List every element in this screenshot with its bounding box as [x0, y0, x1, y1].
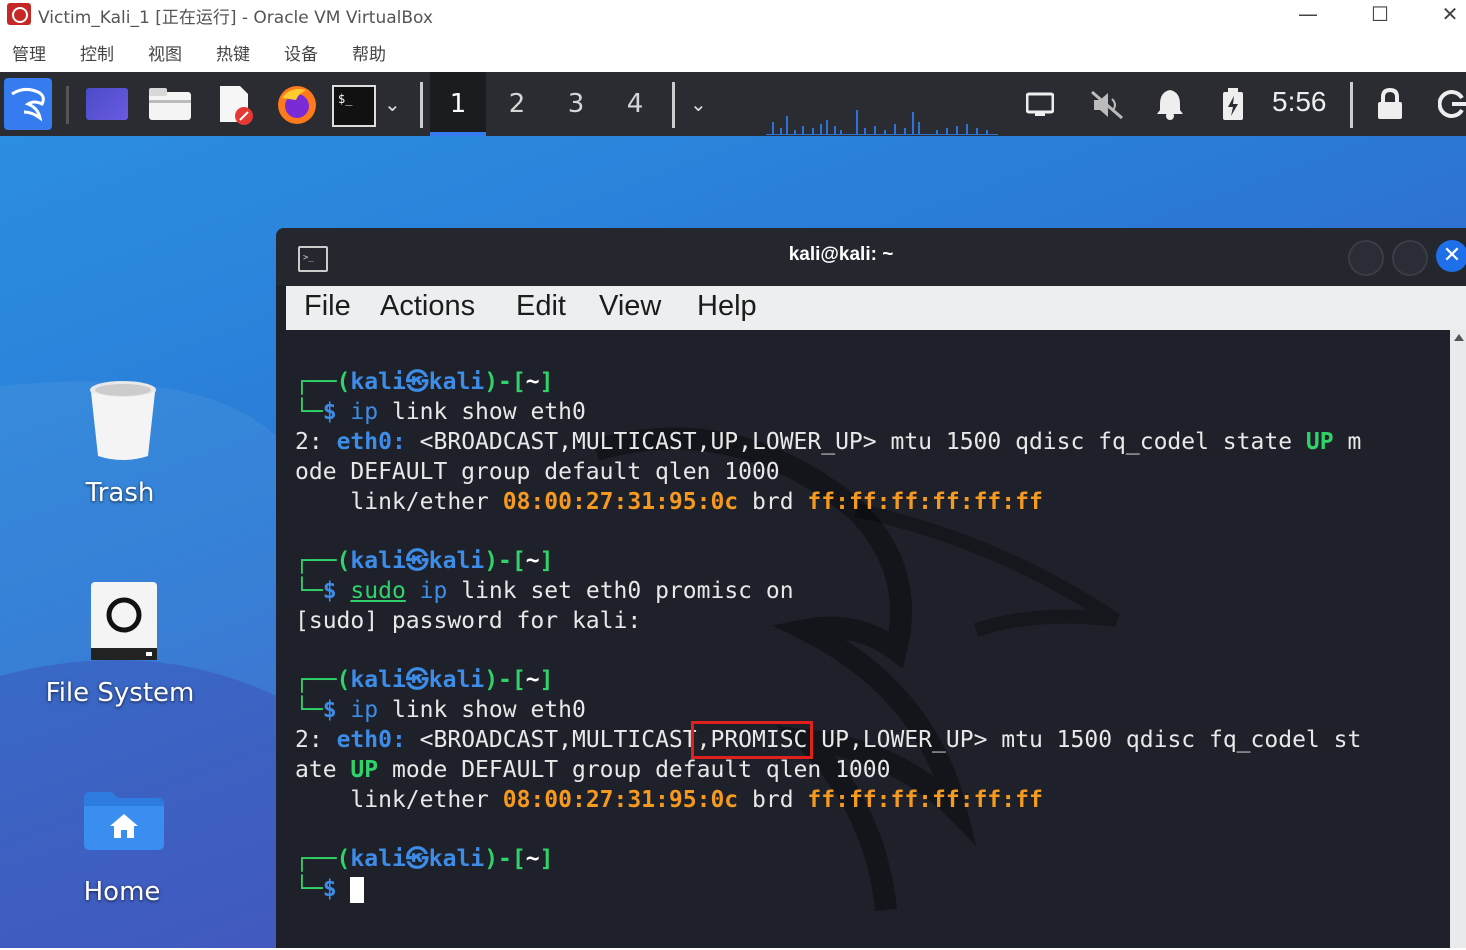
- terminal-minimize-button[interactable]: [1348, 240, 1384, 276]
- terminal-menu-actions[interactable]: Actions: [380, 290, 475, 323]
- desktop-label-trash[interactable]: Trash: [20, 478, 220, 508]
- output-line: ate UP mode DEFAULT group default qlen 1…: [295, 757, 891, 783]
- kali-top-panel: $_ ⌄ 1 2 3 4 ⌄ 5:56: [0, 72, 1466, 136]
- kali-menu-icon[interactable]: [4, 78, 52, 130]
- terminal-title-bar: >_ kali@kali: ~ ✕: [276, 228, 1466, 286]
- prompt-line: ┌──(kali㉿kali)-[~]: [295, 369, 554, 395]
- show-desktop-icon[interactable]: [86, 88, 128, 120]
- output-line: [sudo] password for kali:: [295, 608, 642, 634]
- cpu-graph-icon: [766, 102, 998, 136]
- prompt-line: ┌──(kali㉿kali)-[~]: [295, 548, 554, 574]
- terminal-cursor: [350, 876, 365, 903]
- output-line: link/ether 08:00:27:31:95:0c brd ff:ff:f…: [350, 489, 1043, 515]
- terminal-menu-view[interactable]: View: [599, 290, 661, 323]
- notification-bell-icon[interactable]: [1156, 88, 1184, 120]
- network-icon[interactable]: [1025, 92, 1055, 116]
- minimize-button[interactable]: —: [1278, 0, 1338, 30]
- host-title-bar: Victim_Kali_1 [正在运行] - Oracle VM Virtual…: [0, 0, 1466, 30]
- workspace-1[interactable]: 1: [430, 72, 486, 136]
- trash-icon[interactable]: [86, 380, 160, 462]
- desktop-label-home[interactable]: Home: [22, 877, 222, 907]
- home-folder-icon[interactable]: [84, 792, 164, 850]
- prompt-line: ┌──(kali㉿kali)-[~]: [295, 667, 554, 693]
- host-menu-hotkey[interactable]: 热键: [216, 40, 250, 65]
- command-args: link show eth0: [391, 399, 586, 425]
- host-window-title: Victim_Kali_1 [正在运行] - Oracle VM Virtual…: [38, 8, 433, 28]
- panel-separator: [1350, 82, 1353, 128]
- scroll-up-arrow-icon[interactable]: [1454, 334, 1464, 341]
- terminal-menu-bar: File Actions Edit View Help: [286, 286, 1466, 330]
- svg-text:$_: $_: [338, 92, 353, 106]
- terminal-maximize-button[interactable]: [1392, 240, 1428, 276]
- host-menu-control[interactable]: 控制: [80, 40, 114, 65]
- logout-icon[interactable]: [1437, 88, 1466, 120]
- command-line: └─$ ip 2:link show eth0: [295, 399, 586, 425]
- output-line: 2: eth0: <BROADCAST,MULTICAST,PROMISC UP…: [295, 721, 1362, 759]
- output-line: ode DEFAULT group default qlen 1000: [295, 459, 780, 485]
- prompt-line: ┌──(kali㉿kali)-[~]: [295, 846, 554, 872]
- host-menu-devices[interactable]: 设备: [284, 40, 318, 65]
- command-line: └─$ ip link show eth0: [295, 697, 586, 723]
- terminal-menu-edit[interactable]: Edit: [516, 290, 566, 323]
- panel-separator: [66, 86, 69, 124]
- firefox-icon[interactable]: [276, 84, 318, 126]
- close-button[interactable]: ✕: [1420, 0, 1466, 30]
- host-menu-view[interactable]: 视图: [148, 40, 182, 65]
- chevron-down-icon[interactable]: ⌄: [690, 92, 707, 116]
- output-line: link/ether 08:00:27:31:95:0c brd ff:ff:f…: [350, 787, 1043, 813]
- terminal-title: kali@kali: ~: [788, 244, 894, 265]
- maximize-button[interactable]: ☐: [1350, 0, 1410, 30]
- command-line[interactable]: └─$: [295, 874, 365, 904]
- workspace-3[interactable]: 3: [548, 72, 604, 136]
- terminal-output[interactable]: ┌──(kali㉿kali)-[~] └─$ ip 2:link show et…: [276, 330, 1450, 948]
- drive-icon[interactable]: [90, 582, 158, 662]
- terminal-menu-file[interactable]: File: [304, 290, 351, 323]
- command-line: └─$ sudo ip link set eth0 promisc on: [295, 578, 794, 604]
- terminal-menu-help[interactable]: Help: [697, 290, 757, 323]
- promisc-highlight: ,PROMISC: [690, 721, 814, 759]
- chevron-down-icon[interactable]: ⌄: [384, 92, 401, 116]
- file-manager-icon[interactable]: [149, 88, 191, 120]
- host-menu-help[interactable]: 帮助: [352, 40, 386, 65]
- output-line: 2: eth0: <BROADCAST,MULTICAST,UP,LOWER_U…: [295, 429, 1362, 455]
- panel-separator: [420, 82, 423, 128]
- virtualbox-app-icon: [7, 3, 31, 25]
- volume-muted-icon[interactable]: [1090, 90, 1124, 120]
- terminal-scrollbar[interactable]: [1450, 330, 1466, 948]
- host-menu-bar: 管理 控制 视图 热键 设备 帮助: [0, 30, 1466, 72]
- terminal-close-button[interactable]: ✕: [1436, 240, 1466, 272]
- workspace-4[interactable]: 4: [607, 72, 663, 136]
- terminal-window[interactable]: >_ kali@kali: ~ ✕ File Actions Edit View…: [276, 228, 1466, 948]
- panel-separator: [672, 82, 675, 128]
- terminal-launcher-icon[interactable]: $_: [332, 85, 376, 127]
- lock-screen-icon[interactable]: [1376, 87, 1404, 120]
- desktop-label-file-system[interactable]: File System: [20, 678, 220, 708]
- battery-charging-icon[interactable]: [1222, 88, 1244, 120]
- host-menu-manage[interactable]: 管理: [12, 40, 46, 65]
- panel-clock[interactable]: 5:56: [1272, 86, 1327, 118]
- text-editor-icon[interactable]: [216, 84, 258, 126]
- workspace-2[interactable]: 2: [489, 72, 545, 136]
